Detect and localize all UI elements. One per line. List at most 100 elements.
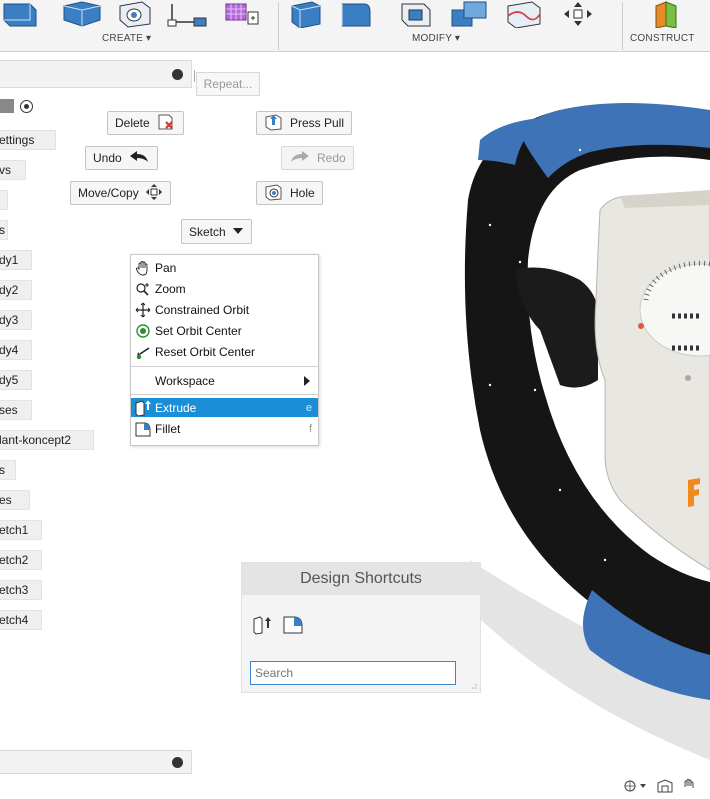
offset-plane-icon[interactable] bbox=[648, 0, 688, 28]
create-hole-icon[interactable] bbox=[114, 0, 154, 28]
toolbar-separator bbox=[622, 2, 623, 50]
pan-nav-icon[interactable] bbox=[682, 778, 696, 797]
browser-item[interactable]: dy2 bbox=[0, 280, 32, 300]
press-pull-button[interactable]: Press Pull bbox=[256, 111, 353, 135]
orbit-nav-icon[interactable] bbox=[622, 778, 648, 797]
browser-item[interactable] bbox=[0, 190, 8, 210]
toolbar: CREATE ▾ MODIFY ▾ CONSTRUCT bbox=[0, 0, 710, 52]
context-item-set-orbit-center[interactable]: Set Orbit Center bbox=[131, 321, 318, 340]
split-face-icon[interactable] bbox=[502, 0, 546, 28]
sketch-label: Sketch bbox=[189, 224, 226, 239]
construct-menu-label[interactable]: CONSTRUCT bbox=[630, 33, 695, 44]
redo-label: Redo bbox=[317, 151, 346, 165]
redo-arrow-icon bbox=[289, 150, 311, 167]
undo-label: Undo bbox=[93, 151, 122, 165]
move-toolbar-icon[interactable] bbox=[558, 0, 598, 28]
browser-item[interactable]: etch1 bbox=[0, 520, 42, 540]
context-item-pan[interactable]: Pan bbox=[131, 258, 318, 277]
hand-icon bbox=[131, 260, 155, 276]
design-shortcuts-title: Design Shortcuts bbox=[242, 563, 480, 595]
context-item-extrude[interactable]: Extrude e bbox=[131, 398, 318, 417]
redo-button[interactable]: Redo bbox=[281, 146, 354, 170]
context-item-label: Fillet bbox=[155, 421, 181, 436]
browser-item[interactable]: ses bbox=[0, 400, 32, 420]
add-comment-icon[interactable] bbox=[172, 757, 183, 768]
move-copy-label: Move/Copy bbox=[78, 186, 139, 200]
shortcut-key: e bbox=[305, 401, 312, 414]
target-icon bbox=[131, 323, 155, 339]
create-pipe-icon[interactable] bbox=[166, 0, 210, 28]
chevron-down-icon bbox=[232, 225, 244, 239]
comments-panel-header bbox=[0, 750, 192, 774]
design-shortcuts-search-input[interactable] bbox=[250, 661, 456, 685]
combine-icon[interactable] bbox=[448, 0, 492, 28]
zoom-icon bbox=[131, 281, 155, 297]
design-shortcuts-panel: Design Shortcuts bbox=[241, 562, 481, 693]
browser-item[interactable]: dy5 bbox=[0, 370, 32, 390]
browser-item[interactable]: dy1 bbox=[0, 250, 32, 270]
browser-item[interactable]: dy3 bbox=[0, 310, 32, 330]
create-form-icon[interactable] bbox=[220, 0, 264, 28]
browser-item[interactable]: es bbox=[0, 490, 30, 510]
press-pull-label: Press Pull bbox=[290, 116, 345, 130]
context-item-label: Workspace bbox=[155, 373, 215, 388]
fillet-toolbar-icon[interactable] bbox=[336, 0, 376, 28]
navigation-bar bbox=[622, 778, 696, 797]
sketch-dropdown-button[interactable]: Sketch bbox=[181, 219, 252, 244]
extrude-shortcut-icon[interactable] bbox=[252, 615, 274, 638]
visibility-box-icon[interactable] bbox=[0, 99, 14, 113]
press-pull-icon[interactable] bbox=[286, 0, 326, 28]
browser-item[interactable]: s bbox=[0, 220, 8, 240]
hole-label: Hole bbox=[290, 186, 315, 200]
reset-icon bbox=[131, 344, 155, 360]
context-item-reset-orbit-center[interactable]: Reset Orbit Center bbox=[131, 342, 318, 361]
browser-item[interactable]: ettings bbox=[0, 130, 56, 150]
menu-separator bbox=[131, 366, 318, 367]
context-item-label: Constrained Orbit bbox=[155, 302, 250, 317]
undo-button[interactable]: Undo bbox=[85, 146, 158, 170]
browser-item[interactable]: etch3 bbox=[0, 580, 42, 600]
modify-menu-label[interactable]: MODIFY ▾ bbox=[412, 33, 460, 44]
delete-icon bbox=[156, 113, 176, 134]
context-item-zoom[interactable]: Zoom bbox=[131, 279, 318, 298]
create-cylinder-icon[interactable] bbox=[58, 0, 106, 28]
context-item-label: Pan bbox=[155, 260, 177, 275]
browser-item[interactable]: etch2 bbox=[0, 550, 42, 570]
orbit-icon bbox=[131, 302, 155, 318]
panel-divider bbox=[194, 70, 195, 82]
context-item-constrained-orbit[interactable]: Constrained Orbit bbox=[131, 300, 318, 319]
context-menu: Pan Zoom Constrained Orbit Set Orbit Cen… bbox=[130, 254, 319, 446]
shell-icon[interactable] bbox=[396, 0, 436, 28]
delete-label: Delete bbox=[115, 116, 150, 130]
fillet-shortcut-icon[interactable] bbox=[282, 615, 304, 638]
browser-item[interactable]: etch4 bbox=[0, 610, 42, 630]
add-icon[interactable] bbox=[172, 69, 183, 80]
press-pull-icon bbox=[264, 113, 284, 134]
context-item-workspace[interactable]: Workspace bbox=[131, 371, 318, 390]
repeat-button[interactable]: Repeat... bbox=[196, 72, 260, 96]
create-menu-label[interactable]: CREATE ▾ bbox=[102, 33, 151, 44]
submenu-arrow-icon bbox=[304, 375, 310, 386]
resize-grip-icon[interactable] bbox=[469, 681, 477, 689]
active-radio-icon[interactable] bbox=[20, 100, 33, 113]
context-item-label: Zoom bbox=[155, 281, 186, 296]
move-arrows-icon bbox=[145, 183, 163, 204]
shortcut-key: f bbox=[308, 422, 312, 435]
browser-item[interactable]: vs bbox=[0, 160, 26, 180]
undo-arrow-icon bbox=[128, 150, 150, 167]
context-item-label: Extrude bbox=[155, 400, 197, 415]
browser-header bbox=[0, 60, 195, 88]
browser-item[interactable]: lant-koncept2 bbox=[0, 430, 94, 450]
browser-item[interactable]: s bbox=[0, 460, 16, 480]
menu-separator bbox=[131, 394, 318, 395]
delete-button[interactable]: Delete bbox=[107, 111, 184, 135]
context-item-label: Reset Orbit Center bbox=[155, 344, 256, 359]
context-item-fillet[interactable]: Fillet f bbox=[131, 419, 318, 438]
browser-item[interactable]: dy4 bbox=[0, 340, 32, 360]
hole-button[interactable]: Hole bbox=[256, 181, 323, 205]
hole-icon bbox=[264, 183, 284, 204]
toolbar-separator bbox=[278, 2, 279, 50]
move-copy-button[interactable]: Move/Copy bbox=[70, 181, 171, 205]
look-at-icon[interactable] bbox=[656, 778, 674, 797]
create-box-icon[interactable] bbox=[0, 0, 40, 28]
